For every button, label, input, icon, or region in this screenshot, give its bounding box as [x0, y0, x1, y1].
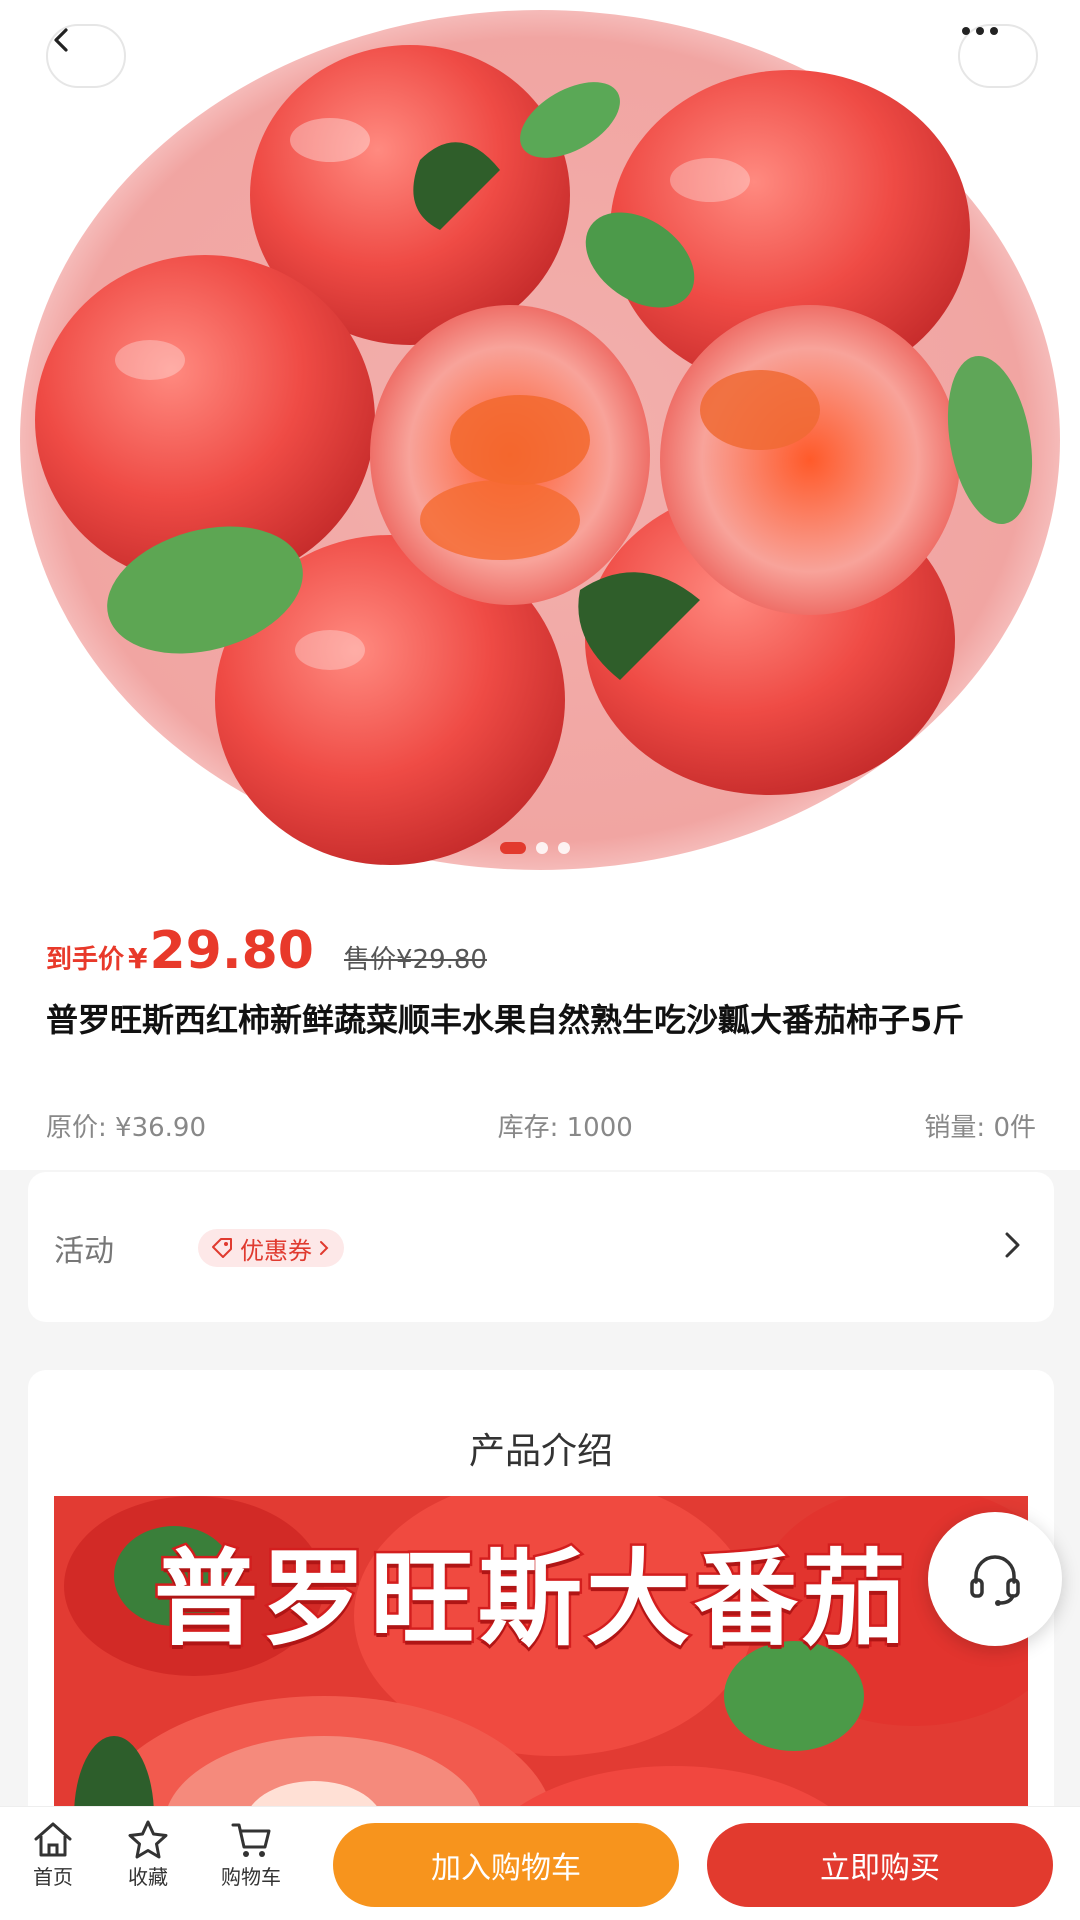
price-row: 到手价 ¥ 29.80 售价¥29.80: [46, 921, 487, 981]
final-price: 29.80: [149, 921, 314, 981]
activity-row[interactable]: 活动 优惠券: [28, 1172, 1054, 1322]
sale-price: 售价¥29.80: [343, 945, 487, 975]
stock-count: 库存: 1000: [497, 1113, 633, 1143]
price-label: 到手价: [46, 945, 125, 975]
product-image-carousel[interactable]: [0, 0, 1080, 885]
customer-service-button[interactable]: [928, 1512, 1062, 1646]
cart-icon: [231, 1823, 271, 1857]
coupon-tag-icon: [212, 1238, 232, 1258]
home-icon: [34, 1822, 72, 1857]
original-price: 原价: ¥36.90: [46, 1113, 206, 1143]
chevron-right-small-icon: [320, 1241, 329, 1255]
currency-symbol: ¥: [128, 942, 148, 975]
add-to-cart-button[interactable]: 加入购物车: [333, 1823, 679, 1907]
nav-home-label: 首页: [33, 1865, 73, 1889]
activity-label: 活动: [54, 1234, 114, 1269]
coupon-label: 优惠券: [240, 1236, 312, 1265]
product-info: 到手价 ¥ 29.80 售价¥29.80 普罗旺斯西红柿新鲜蔬菜顺丰水果自然熟生…: [0, 885, 1080, 1170]
carousel-dot[interactable]: [536, 842, 548, 854]
nav-home[interactable]: 首页: [8, 1819, 98, 1890]
headset-icon: [970, 1555, 1020, 1606]
buy-now-button[interactable]: 立即购买: [707, 1823, 1053, 1907]
product-meta: 原价: ¥36.90 库存: 1000 销量: 0件: [46, 1107, 1036, 1144]
coupon-badge[interactable]: 优惠券: [198, 1229, 344, 1267]
back-button[interactable]: [46, 24, 126, 88]
product-image: [0, 0, 1080, 885]
nav-favorite-label: 收藏: [128, 1865, 168, 1889]
star-icon: [128, 1820, 168, 1859]
more-icon: [962, 27, 998, 35]
back-icon: [54, 28, 68, 52]
sales-count: 销量: 0件: [924, 1113, 1036, 1143]
product-title: 普罗旺斯西红柿新鲜蔬菜顺丰水果自然熟生吃沙瓤大番茄柿子5斤: [46, 1001, 965, 1039]
nav-favorite[interactable]: 收藏: [103, 1819, 193, 1890]
intro-title: 产品介绍: [468, 1431, 613, 1472]
intro-banner-text: 普罗旺斯大番茄: [151, 1536, 911, 1663]
nav-cart[interactable]: 购物车: [206, 1819, 296, 1890]
nav-cart-label: 购物车: [221, 1865, 281, 1889]
carousel-dot[interactable]: [500, 842, 526, 854]
carousel-indicator: [500, 842, 570, 854]
carousel-dot[interactable]: [558, 842, 570, 854]
product-detail-page: 到手价 ¥ 29.80 售价¥29.80 普罗旺斯西红柿新鲜蔬菜顺丰水果自然熟生…: [0, 0, 1080, 1920]
more-button[interactable]: [958, 24, 1038, 88]
chevron-right-icon: [1005, 1232, 1020, 1258]
bottom-action-bar: 首页 收藏 购物车 加入购物车 立即购买: [0, 1806, 1080, 1920]
